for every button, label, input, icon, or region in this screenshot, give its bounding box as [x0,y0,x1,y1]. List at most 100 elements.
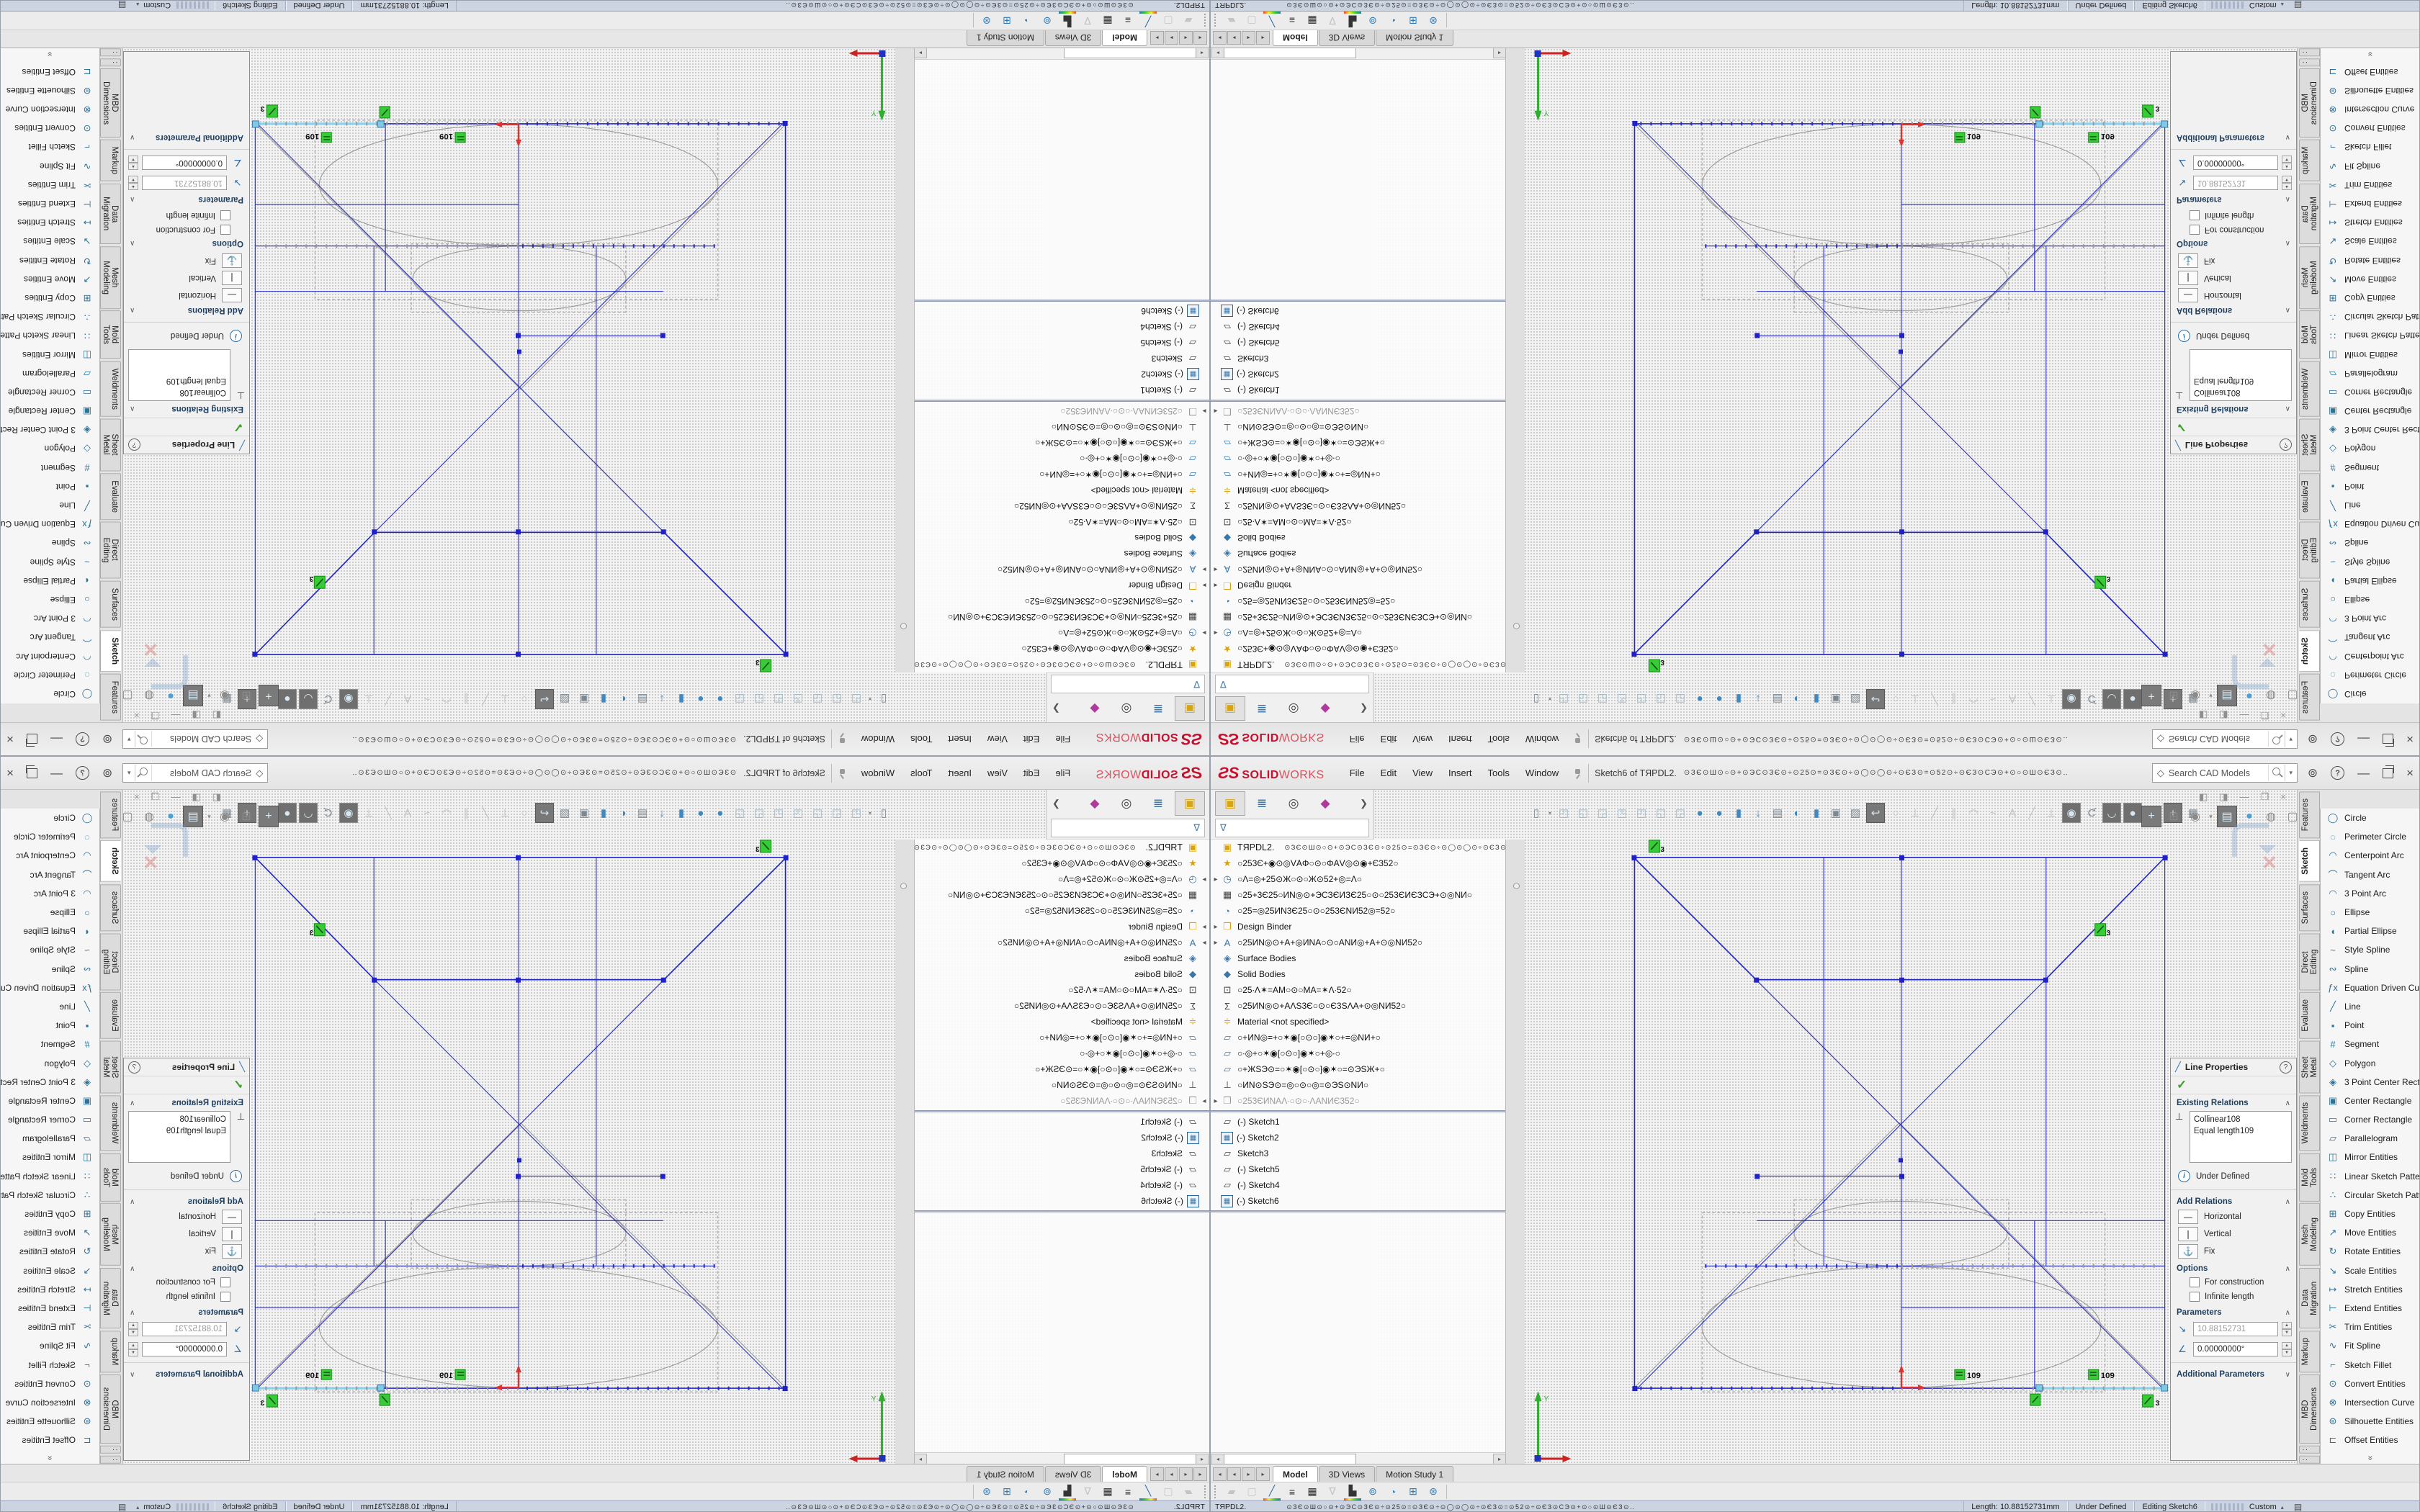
tree-row[interactable]: ▸ A ○25ИN◎⊙+А+◎ИNА○⊙○АNИ◎+А+⊙◎NИ52○ [915,935,1209,950]
tools-menu-item[interactable]: ╱ Line [2321,496,2420,515]
parameter-row[interactable]: ↘ 10.88152731 ▲▼ [124,1319,249,1339]
tree-root[interactable]: ▣ TЯPDL2. ⊙ЗЄ⊙Ш⊙○⊙+⊙ЭС⊙ЗЄ⊙÷⊙25⊙=⊙ЗЄ⊙÷⊙◯⊙… [1211,840,1505,855]
tools-menu-item[interactable]: ∷ Linear Sketch Pattern [2321,326,2420,345]
tools-menu-item[interactable]: ◌ Perimeter Circle [2321,827,2420,846]
toolbar-icon[interactable]: ● [278,689,297,709]
panel-control-icon[interactable]: — [171,791,180,803]
tools-menu-item[interactable]: ○ Ellipse [2321,903,2420,922]
scrollbar-thumb[interactable] [1064,1454,1196,1464]
section-add-relations[interactable]: Add Relations ∧ [2171,304,2296,319]
toolbar-icon[interactable]: ◰ [770,690,787,708]
toolbar-icon[interactable]: ~ [1984,804,2002,822]
relation-item[interactable]: Collinear108 [133,387,226,398]
tree-row[interactable]: ⊥ ○ИN⊙ЅЭ⊙=◎○⊙○◎=⊙ЭЅ⊙NИ○ [915,419,1209,435]
tree-row[interactable]: ▱ ○+ИN◎=+○✶◉[○⊙○]◉✶○+=◎NИ+○ [1211,1030,1505,1045]
expand-panel-icon[interactable]: ❯ [1052,798,1060,809]
toolbar-icon[interactable]: ● [712,690,729,708]
toolbar-icon[interactable]: ▾ [1547,804,1553,822]
tools-menu-item[interactable]: ◌ Perimeter Circle [0,666,99,685]
checkbox-for-construction[interactable]: For construction [2171,222,2296,237]
tools-menu-item[interactable]: ∾ Spline [2321,534,2420,552]
tools-menu-item[interactable]: ⊗ Intersection Curve [0,100,99,119]
tree-sketch-row[interactable]: ▱ (-) Sketch5 [915,335,1209,351]
toolbar-icon[interactable]: ▮ [595,804,612,822]
panel-control-icon[interactable]: × [2280,791,2286,803]
expand-arrow-icon[interactable]: ▸ [1199,582,1209,590]
section-existing-relations[interactable]: Existing Relations ∧ [2171,1094,2296,1110]
headsup-icon[interactable]: ▾ [2208,685,2214,706]
tools-menu-item[interactable]: ↻ Rotate Entities [0,251,99,270]
tree-sketch-row[interactable]: ▦ (-) Sketch2 [1211,366,1505,382]
toolbar-icon[interactable]: ◱ [750,804,768,822]
doc-tab-nav-icon[interactable]: ▸ [1150,31,1164,45]
relations-list[interactable]: Collinear108 Equal length109 [128,1111,230,1163]
tree-row[interactable]: ▸ ◷ ○Λ=◎+25⊙Ж○⊙○Ж⊙52+◎=Λ○ [1211,625,1505,641]
commandmanager-tab[interactable]: Markup [2299,1331,2320,1372]
headsup-icon[interactable]: ⊞ [2164,685,2183,706]
tree-row[interactable]: ≑ Material <not specified> [1211,1014,1505,1030]
add-relation-row[interactable]: ❘ Vertical [2171,269,2296,287]
relation-item[interactable]: Equal length109 [133,375,226,387]
toolbar-icon[interactable]: ◉ [339,689,358,709]
search-icon[interactable] [135,731,152,747]
tools-menu-item[interactable]: ⊞ Copy Entities [0,289,99,307]
menu-item[interactable]: Edit [1373,765,1404,781]
commandmanager-tab[interactable]: Direct Editing [100,522,121,579]
toolbar-icon[interactable]: Ƈ [320,690,337,708]
status-custom-dropdown[interactable]: Custom ▴ [136,1503,171,1511]
toolbar-icon[interactable]: ◰ [848,804,865,822]
tools-menu-item[interactable]: ⊜ Silhouette Entities [2321,81,2420,100]
checkbox[interactable] [220,210,230,220]
minimize-button[interactable]: — [2357,733,2370,745]
headsup-icon[interactable]: ◉ [215,806,234,827]
tools-menu-item[interactable]: ▣ Center Rectangle [2321,402,2420,420]
search-input[interactable]: Search CAD Models [152,768,251,778]
status-pane-icon[interactable]: ▤ [2294,1502,2302,1512]
bottom-toolbar-icon[interactable]: ╱ [1263,1482,1281,1500]
search-dropdown-icon[interactable]: ▾ [2285,731,2297,747]
tree-root[interactable]: ▣ TЯPDL2. ⊙ЗЄ⊙Ш⊙○⊙+⊙ЭС⊙ЗЄ⊙÷⊙25⊙=⊙ЗЄ⊙÷⊙◯⊙… [915,840,1209,855]
add-relation-row[interactable]: ❘ Vertical [124,1225,249,1243]
close-button[interactable]: × [6,733,14,745]
toolbar-icon[interactable]: ▮ [1730,804,1747,822]
collapse-icon[interactable]: ∧ [130,1198,135,1206]
tools-menu-item[interactable]: ∷ Linear Sketch Pattern [0,1167,99,1186]
tools-menu-item[interactable]: ƒx Equation Driven Curve [2321,515,2420,534]
tree-row[interactable]: ◈ Surface Bodies [915,950,1209,966]
tools-menu-item[interactable]: ⌒ Tangent Arc [0,628,99,647]
relation-item[interactable]: Collinear108 [133,1114,226,1125]
account-icon[interactable]: ⊚ [2308,767,2318,779]
section-add-relations[interactable]: Add Relations ∧ [124,304,249,319]
close-button[interactable]: × [2406,767,2414,779]
tree-row[interactable]: ≑ Material <not specified> [1211,482,1505,498]
status-pane-icon[interactable]: ▤ [118,1502,126,1512]
parameter-row[interactable]: ↘ 10.88152731 ▲▼ [2171,173,2296,193]
headsup-icon[interactable]: ⊞ [2164,806,2183,827]
manager-tab[interactable]: ◎ [1111,696,1142,721]
commandmanager-tab[interactable]: Surfaces [2299,581,2320,628]
bottom-toolbar-icon[interactable]: ▢ [1160,1484,1177,1500]
toolbar-icon[interactable]: Ƈ [320,804,337,822]
collapse-icon[interactable]: ∧ [2285,1309,2290,1317]
toolbar-icon[interactable]: ▮ [595,690,612,708]
tools-menu-item[interactable]: ○ Ellipse [0,903,99,922]
toolbar-icon[interactable]: ╱ [2023,690,2040,708]
toolbar-handle[interactable] [1201,14,1206,27]
tools-menu-item[interactable]: # Segment [0,1035,99,1053]
search-icon[interactable] [2268,731,2285,747]
menu-item[interactable]: Edit [1016,765,1047,781]
doc-tab-nav-icon[interactable]: ◂ [1193,31,1207,45]
tools-menu-item[interactable]: ⌒ Tangent Arc [0,865,99,884]
expand-arrow-icon[interactable]: ▸ [1211,408,1221,415]
toolbar-icon[interactable]: ╱ [1926,690,1943,708]
more-tools-icon[interactable]: » [0,1452,99,1462]
tree-filter-box[interactable]: ∇ [1215,675,1369,693]
relation-item[interactable]: Collinear108 [2194,387,2287,398]
tools-menu-item[interactable]: ~ Style Spline [0,940,99,959]
tree-sketch-row[interactable]: ▱ (-) Sketch4 [1211,319,1505,335]
commandmanager-tab[interactable]: Surfaces [100,581,121,628]
tools-menu-item[interactable]: ↗ Move Entities [2321,1223,2420,1242]
headsup-icon[interactable]: ● [161,806,180,827]
tools-menu-item[interactable]: ▭ Corner Rectangle [2321,1110,2420,1129]
toolbar-icon[interactable]: ◲ [1594,690,1611,708]
